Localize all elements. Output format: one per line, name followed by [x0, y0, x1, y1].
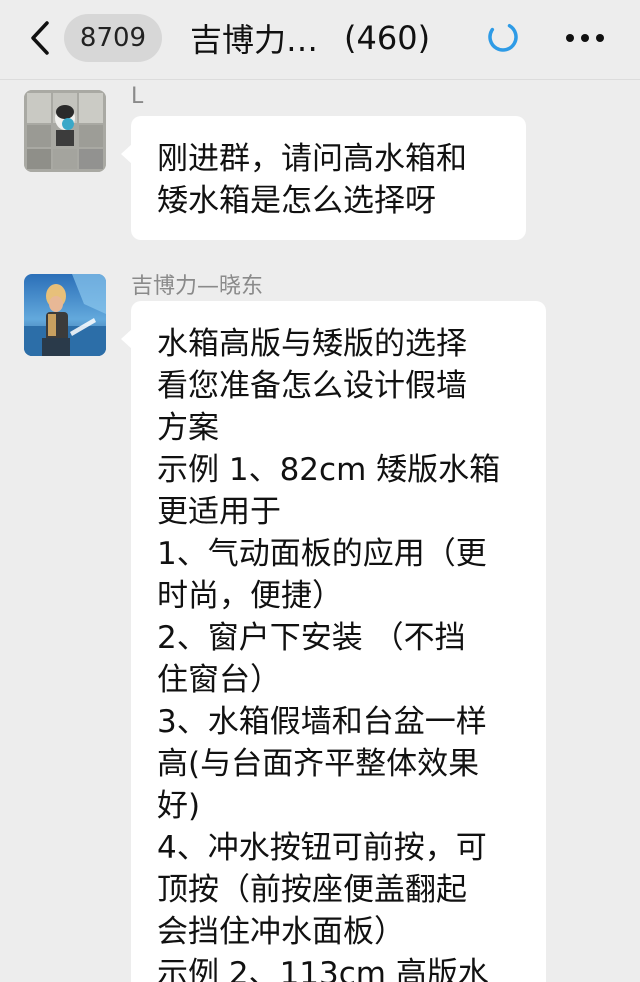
chevron-left-icon [31, 21, 49, 55]
group-name: 吉博力… [190, 21, 319, 59]
message-line: 方案 [157, 410, 219, 446]
message-line: 3、水箱假墙和台盆一样 [157, 704, 487, 740]
message-line: 高(与台面齐平整体效果 [157, 746, 480, 782]
message-line: 示例 2、113cm 高版水 [157, 956, 489, 982]
unread-badge[interactable]: 8709 [64, 14, 162, 62]
more-button[interactable] [560, 22, 610, 54]
chat-header: 8709 吉博力… (460) [0, 0, 640, 80]
message-line: 示例 1、82cm 矮版水箱 [157, 452, 501, 488]
message-line: 看您准备怎么设计假墙 [157, 368, 467, 404]
message-line: 时尚，便捷） [157, 578, 343, 614]
chat-screen: 8709 吉博力… (460) L 刚进群，请问高水箱和 矮水箱是怎么选择呀 吉… [0, 0, 640, 982]
message-line: 刚进群，请问高水箱和 [157, 141, 467, 177]
sender-name: L [131, 84, 144, 109]
message-item: 吉博力—晓东 水箱高版与矮版的选择 看您准备怎么设计假墙 方案 示例 1、82c… [0, 268, 640, 982]
message-line: 更适用于 [157, 494, 281, 530]
message-line: 会挡住冲水面板） [157, 914, 405, 950]
message-line: 2、窗户下安装 （不挡 [157, 620, 466, 656]
message-line: 住窗台） [157, 662, 281, 698]
message-line: 水箱高版与矮版的选择 [157, 326, 467, 362]
message-line: 好) [157, 788, 201, 824]
avatar[interactable] [24, 274, 106, 356]
message-line: 4、冲水按钮可前按，可 [157, 830, 487, 866]
user-avatar-l [24, 90, 106, 172]
spinner-icon [486, 20, 520, 54]
chat-title[interactable]: 吉博力… (460) [190, 16, 430, 60]
sender-name: 吉博力—晓东 [131, 274, 264, 299]
back-button[interactable] [22, 18, 58, 58]
avatar[interactable] [24, 90, 106, 172]
message-bubble[interactable]: 刚进群，请问高水箱和 矮水箱是怎么选择呀 [121, 116, 526, 240]
message-bubble[interactable]: 水箱高版与矮版的选择 看您准备怎么设计假墙 方案 示例 1、82cm 矮版水箱 … [121, 301, 546, 982]
message-line: 1、气动面板的应用（更 [157, 536, 487, 572]
more-dots-icon [566, 34, 604, 42]
user-avatar-xiaodong [24, 274, 106, 356]
message-line: 矮水箱是怎么选择呀 [157, 183, 436, 219]
message-line: 顶按（前按座便盖翻起 [157, 872, 467, 908]
member-count: (460) [344, 19, 431, 57]
message-item: L 刚进群，请问高水箱和 矮水箱是怎么选择呀 [0, 84, 640, 250]
